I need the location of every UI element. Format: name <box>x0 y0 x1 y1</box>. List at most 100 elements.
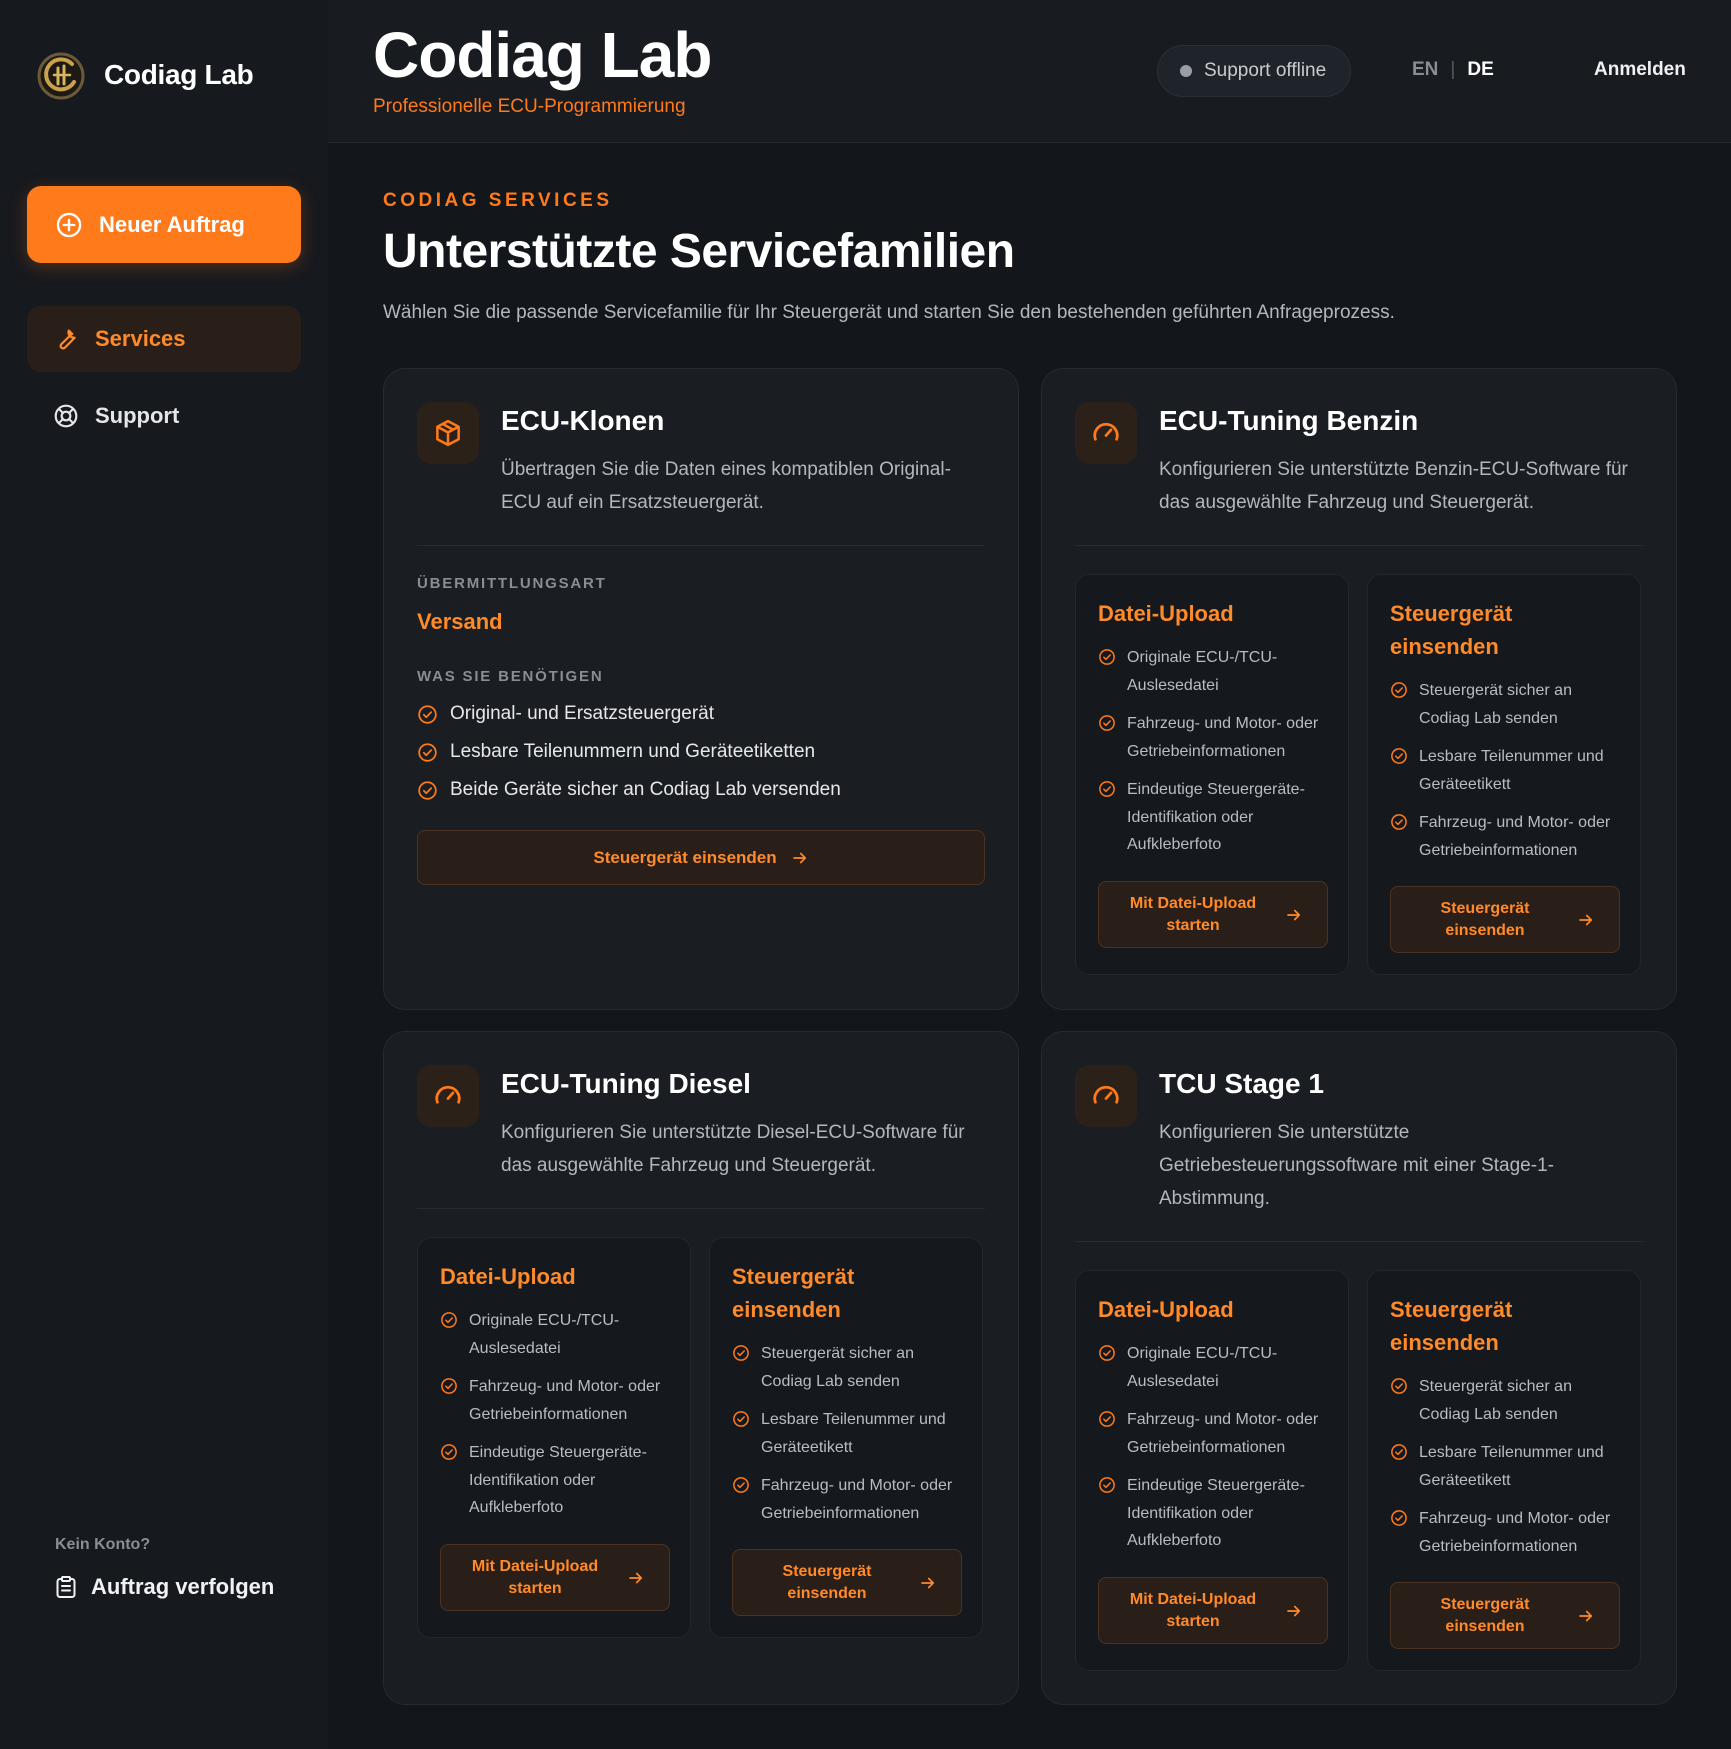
service-card-tuning-petrol: ECU-Tuning Benzin Konfigurieren Sie unte… <box>1041 368 1677 1010</box>
list-item: Eindeutige Steuergeräte-Identifikation o… <box>1098 1472 1333 1555</box>
lifebuoy-icon <box>54 404 78 428</box>
check-circle-icon <box>1390 1509 1408 1527</box>
option-file-upload: Datei-Upload Originale ECU-/TCU-Auslesed… <box>417 1237 691 1638</box>
gauge-icon <box>433 1081 463 1111</box>
arrow-right-icon <box>1285 1602 1303 1620</box>
check-circle-icon <box>732 1344 750 1362</box>
send-ecu-button[interactable]: Steuergerät einsenden <box>732 1549 962 1616</box>
card-title: ECU-Klonen <box>501 405 665 436</box>
button-label: Steuergerät einsenden <box>1440 1595 1530 1635</box>
support-status-label: Support offline <box>1204 60 1327 81</box>
service-card-tuning-diesel: ECU-Tuning Diesel Konfigurieren Sie unte… <box>383 1031 1019 1705</box>
card-divider <box>417 545 985 546</box>
list-item-text: Fahrzeug- und Motor- oder Getriebeinform… <box>1419 814 1611 859</box>
card-description: Übertragen Sie die Daten eines kompatibl… <box>501 459 951 513</box>
page-title: Unterstützte Servicefamilien <box>383 225 1015 278</box>
track-order-link[interactable]: Auftrag verfolgen <box>55 1574 274 1600</box>
list-item: Lesbare Teilenummer und Geräteetikett <box>1390 1439 1625 1494</box>
arrow-right-icon <box>791 849 809 867</box>
arrow-right-icon <box>1577 1607 1595 1625</box>
button-label: Mit Datei-Upload starten <box>1129 1590 1257 1630</box>
send-ecu-button[interactable]: Steuergerät einsenden <box>1390 1582 1620 1649</box>
option-send-ecu: Steuergerät einsenden Steuergerät sicher… <box>1367 1270 1641 1671</box>
start-upload-button[interactable]: Mit Datei-Upload starten <box>440 1544 670 1611</box>
support-status-pill[interactable]: Support offline <box>1157 45 1351 97</box>
check-circle-icon <box>417 742 438 763</box>
header-title: Codiag Lab <box>373 19 712 91</box>
option-title: Steuergerät einsenden <box>1390 1297 1513 1355</box>
list-item-text: Eindeutige Steuergeräte-Identifikation o… <box>469 1444 647 1516</box>
brand-logo-icon <box>37 52 85 100</box>
button-label: Mit Datei-Upload starten <box>1129 894 1257 934</box>
check-circle-icon <box>1098 1476 1116 1494</box>
arrow-right-icon <box>919 1574 937 1592</box>
list-item: Beide Geräte sicher an Codiag Lab versen… <box>417 771 841 809</box>
list-item-text: Fahrzeug- und Motor- oder Getriebeinform… <box>1127 715 1319 760</box>
list-item: Eindeutige Steuergeräte-Identifikation o… <box>1098 776 1333 859</box>
card-icon-box <box>417 402 479 464</box>
language-switcher: EN | DE <box>1412 59 1494 81</box>
option-file-upload: Datei-Upload Originale ECU-/TCU-Auslesed… <box>1075 574 1349 975</box>
arrow-right-icon <box>1285 906 1303 924</box>
sidebar-item-support[interactable]: Support <box>27 383 301 449</box>
delivery-value: Versand <box>417 609 503 634</box>
check-circle-icon <box>732 1476 750 1494</box>
button-label: Mit Datei-Upload starten <box>471 1557 599 1597</box>
check-circle-icon <box>1098 1344 1116 1362</box>
lang-en-button[interactable]: EN <box>1412 59 1438 81</box>
delivery-label: ÜBERMITTLUNGSART <box>417 575 607 592</box>
option-requirements: Originale ECU-/TCU-Auslesedatei Fahrzeug… <box>440 1307 675 1533</box>
gauge-icon <box>1091 418 1121 448</box>
list-item-text: Fahrzeug- und Motor- oder Getriebeinform… <box>761 1477 953 1522</box>
list-item-text: Originale ECU-/TCU-Auslesedatei <box>1127 1345 1278 1390</box>
login-link[interactable]: Anmelden <box>1594 59 1686 81</box>
arrow-right-icon <box>627 1569 645 1587</box>
button-label: Steuergerät einsenden <box>593 847 777 867</box>
option-title: Steuergerät einsenden <box>1390 601 1513 659</box>
check-circle-icon <box>1390 1443 1408 1461</box>
start-upload-button[interactable]: Mit Datei-Upload starten <box>1098 1577 1328 1644</box>
list-item-text: Fahrzeug- und Motor- oder Getriebeinform… <box>1419 1510 1611 1555</box>
needs-label: WAS SIE BENÖTIGEN <box>417 668 604 685</box>
new-order-button[interactable]: Neuer Auftrag <box>27 186 301 263</box>
service-card-tcu-stage1: TCU Stage 1 Konfigurieren Sie unterstütz… <box>1041 1031 1677 1705</box>
start-upload-button[interactable]: Mit Datei-Upload starten <box>1098 881 1328 948</box>
list-item: Steuergerät sicher an Codiag Lab senden <box>1390 677 1625 732</box>
check-circle-icon <box>1390 1377 1408 1395</box>
section-eyebrow: CODIAG SERVICES <box>383 190 613 211</box>
no-account-label: Kein Konto? <box>55 1536 151 1553</box>
wrench-icon <box>59 329 76 350</box>
check-circle-icon <box>1390 747 1408 765</box>
card-description: Konfigurieren Sie unterstützte Getriebes… <box>1159 1122 1554 1209</box>
check-circle-icon <box>1098 780 1116 798</box>
list-item: Steuergerät sicher an Codiag Lab senden <box>732 1340 967 1395</box>
app-root: Codiag Lab Neuer Auftrag Services Suppor… <box>0 0 1731 1749</box>
sidebar-item-services[interactable]: Services <box>27 306 301 372</box>
list-item-text: Fahrzeug- und Motor- oder Getriebeinform… <box>469 1378 661 1423</box>
brand[interactable]: Codiag Lab <box>36 48 254 102</box>
check-circle-icon <box>440 1443 458 1461</box>
list-item: Fahrzeug- und Motor- oder Getriebeinform… <box>440 1373 675 1428</box>
check-circle-icon <box>1390 813 1408 831</box>
list-item: Originale ECU-/TCU-Auslesedatei <box>1098 1340 1333 1395</box>
list-item-text: Eindeutige Steuergeräte-Identifikation o… <box>1127 781 1305 853</box>
list-item-text: Lesbare Teilenummer und Geräteetikett <box>761 1411 946 1456</box>
send-ecu-button[interactable]: Steuergerät einsenden <box>417 830 985 885</box>
list-item: Originale ECU-/TCU-Auslesedatei <box>440 1307 675 1362</box>
page-description: Wählen Sie die passende Servicefamilie f… <box>383 302 1395 323</box>
lang-de-button[interactable]: DE <box>1467 59 1493 81</box>
option-title: Datei-Upload <box>1098 601 1234 626</box>
check-circle-icon <box>417 704 438 725</box>
gauge-icon <box>1091 1081 1121 1111</box>
list-item-text: Originale ECU-/TCU-Auslesedatei <box>469 1312 620 1357</box>
arrow-right-icon <box>1577 911 1595 929</box>
option-title: Datei-Upload <box>1098 1297 1234 1322</box>
send-ecu-button[interactable]: Steuergerät einsenden <box>1390 886 1620 953</box>
sidebar-item-label: Services <box>95 326 186 351</box>
check-circle-icon <box>1098 648 1116 666</box>
card-icon-gauge <box>417 1065 479 1127</box>
card-title: ECU-Tuning Benzin <box>1159 405 1419 436</box>
option-title: Steuergerät einsenden <box>732 1264 855 1322</box>
list-item: Originale ECU-/TCU-Auslesedatei <box>1098 644 1333 699</box>
header-subtitle: Professionelle ECU-Programmierung <box>373 96 686 117</box>
